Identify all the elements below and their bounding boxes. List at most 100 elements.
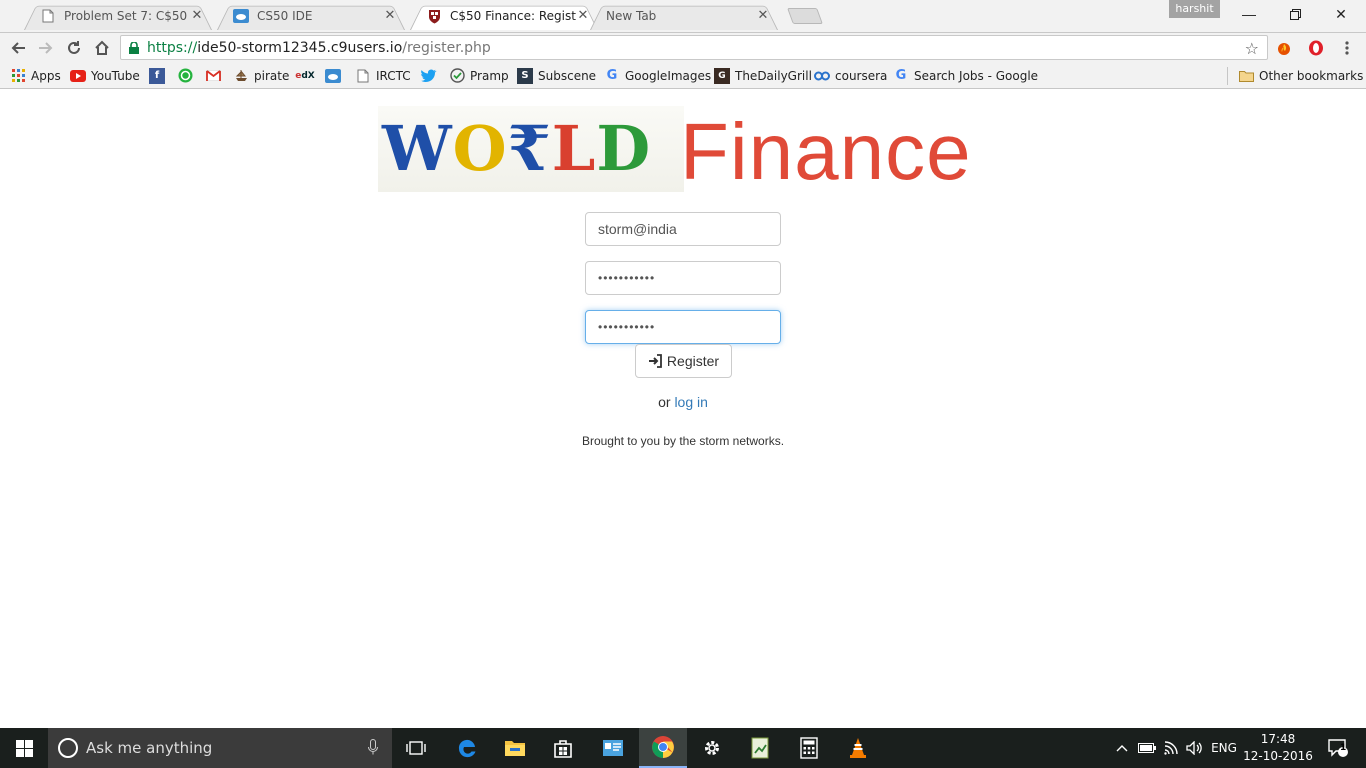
google-icon: G [895, 68, 907, 83]
chrome-menu-icon[interactable] [1338, 39, 1356, 57]
sheets-taskbar-app[interactable] [736, 728, 784, 768]
vlc-cone-icon [850, 738, 866, 758]
tab-new-tab[interactable]: New Tab ✕ [586, 2, 782, 30]
windows-logo-icon [15, 739, 33, 757]
taskbar-clock[interactable]: 17:48 12-10-2016 [1240, 731, 1316, 765]
extension-flame-icon[interactable] [1275, 39, 1293, 57]
reload-button[interactable] [62, 36, 86, 60]
url-scheme: https:// [147, 39, 198, 56]
close-icon[interactable]: ✕ [756, 9, 770, 23]
register-button[interactable]: Register [635, 344, 732, 378]
harvard-shield-icon [426, 8, 442, 24]
bookmark-pramp[interactable]: Pramp [449, 67, 509, 84]
restore-button[interactable] [1272, 0, 1318, 28]
logo-letter-w: W [382, 112, 453, 185]
minimize-button[interactable]: — [1226, 0, 1272, 28]
tab-problem-set[interactable]: Problem Set 7: C$50 Fina ✕ [20, 2, 216, 30]
bookmark-gmail[interactable] [205, 67, 226, 84]
confirm-password-field[interactable]: ••••••••••• [585, 310, 781, 344]
bookmark-twitter[interactable] [421, 67, 442, 84]
bookmark-edx[interactable]: e dX [295, 67, 318, 84]
bookmark-pirate[interactable]: pirate [233, 67, 289, 84]
google-icon: G [606, 68, 618, 83]
store-bag-icon [554, 740, 572, 758]
settings-taskbar-app[interactable] [688, 728, 736, 768]
log-in-icon [648, 354, 663, 368]
close-icon[interactable]: ✕ [383, 9, 397, 23]
volume-icon[interactable] [1183, 728, 1205, 768]
calculator-icon [800, 737, 818, 759]
home-button[interactable] [90, 36, 114, 60]
bookmark-facebook[interactable]: f [149, 67, 170, 84]
show-hidden-icons-chevron-icon[interactable] [1112, 728, 1132, 768]
username-field[interactable]: storm@india [585, 212, 781, 246]
bookmark-coursera[interactable]: coursera [814, 67, 887, 84]
footer-text: Brought to you by the storm networks. [581, 434, 785, 448]
logo-finance-text: Finance [680, 107, 972, 196]
calculator-taskbar-app[interactable] [785, 728, 833, 768]
task-view-icon [406, 741, 426, 755]
battery-icon[interactable] [1136, 728, 1158, 768]
spreadsheet-icon [751, 737, 769, 759]
tab-strip: Problem Set 7: C$50 Fina ✕ CS50 IDE ✕ C$… [0, 0, 1366, 33]
coursera-icon [814, 68, 830, 84]
document-icon [40, 8, 56, 24]
bookmark-label: TheDailyGrill [735, 68, 812, 83]
search-placeholder: Ask me anything [86, 739, 213, 757]
clock-time: 17:48 [1260, 732, 1296, 746]
bookmark-whatsapp[interactable] [177, 67, 198, 84]
microphone-icon[interactable] [368, 739, 378, 759]
wifi-icon[interactable] [1160, 728, 1182, 768]
chrome-icon [652, 736, 674, 758]
bookmark-apps[interactable]: Apps [10, 67, 61, 84]
close-icon[interactable]: ✕ [576, 9, 590, 23]
cloud9-icon [325, 68, 341, 84]
lock-icon [129, 41, 139, 54]
folder-icon [1238, 68, 1254, 84]
windows-taskbar: Ask me anything ENG 17:48 12-10-2016 1 [0, 728, 1366, 768]
bookmark-cloud9[interactable] [325, 67, 346, 84]
bookmark-search-jobs[interactable]: G Search Jobs - Google [893, 67, 1038, 84]
opera-icon[interactable] [1307, 39, 1325, 57]
other-bookmarks-label: Other bookmarks [1259, 68, 1364, 83]
file-explorer-taskbar-app[interactable] [491, 728, 539, 768]
contacts-taskbar-app[interactable] [589, 728, 637, 768]
edge-icon [458, 739, 476, 758]
dailygrill-icon: G [714, 67, 730, 84]
vlc-taskbar-app[interactable] [834, 728, 882, 768]
forward-button[interactable] [34, 36, 58, 60]
edge-taskbar-app[interactable] [443, 728, 491, 768]
bookmark-thedailygrill[interactable]: G TheDailyGrill [714, 67, 812, 84]
tab-finance-register[interactable]: C$50 Finance: Register ✕ [406, 2, 602, 30]
language-indicator[interactable]: ENG [1208, 728, 1240, 768]
world-finance-logo[interactable]: WO₹LD Finance [378, 106, 984, 192]
close-window-button[interactable]: ✕ [1318, 0, 1364, 28]
store-taskbar-app[interactable] [539, 728, 587, 768]
register-label: Register [666, 353, 720, 369]
password-field[interactable]: ••••••••••• [585, 261, 781, 295]
cortana-search-box[interactable]: Ask me anything [48, 728, 392, 768]
pirate-ship-icon [233, 68, 249, 84]
close-icon[interactable]: ✕ [190, 9, 204, 23]
login-link[interactable]: log in [674, 394, 707, 410]
whatsapp-icon [177, 68, 193, 84]
logo-letter-o: O [452, 112, 508, 185]
new-tab-button[interactable] [787, 8, 823, 24]
tab-title: Problem Set 7: C$50 Fina [64, 9, 190, 23]
bookmark-irctc[interactable]: IRCTC [355, 67, 411, 84]
address-bar[interactable]: https://ide50-storm12345.c9users.io/regi… [120, 35, 1268, 60]
bookmarks-bar: Apps YouTube f pirate e dX IRCTC Pramp S… [0, 62, 1366, 89]
start-button[interactable] [0, 728, 48, 768]
contact-card-icon [603, 740, 623, 756]
action-center-button[interactable]: 1 [1318, 728, 1358, 768]
task-view-button[interactable] [392, 728, 440, 768]
bookmark-star-icon[interactable]: ☆ [1245, 39, 1259, 58]
bookmark-subscene[interactable]: S Subscene [517, 67, 596, 84]
other-bookmarks[interactable]: Other bookmarks [1238, 67, 1363, 84]
profile-button[interactable]: harshit [1169, 0, 1220, 18]
bookmark-youtube[interactable]: YouTube [70, 67, 140, 84]
bookmark-googleimages[interactable]: G GoogleImages [604, 67, 712, 84]
tab-cs50-ide[interactable]: CS50 IDE ✕ [213, 2, 409, 30]
chrome-taskbar-app[interactable] [639, 728, 687, 768]
back-button[interactable] [6, 36, 30, 60]
